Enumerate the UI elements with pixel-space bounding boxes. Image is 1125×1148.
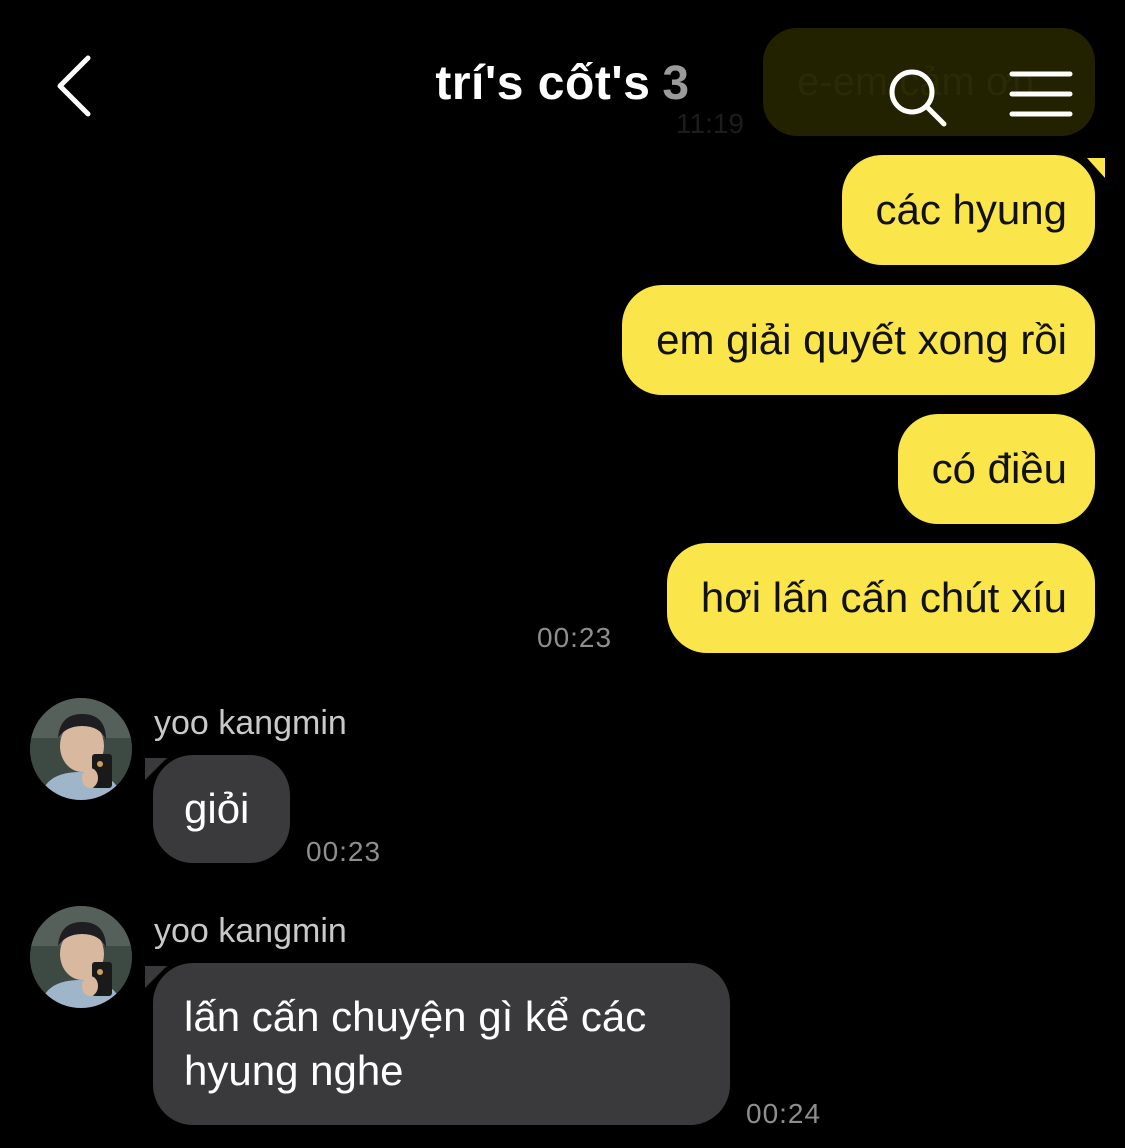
avatar-photo-icon <box>30 906 132 1008</box>
outgoing-message-text: hơi lấn cấn chút xíu <box>700 574 1067 621</box>
avatar[interactable] <box>30 906 132 1008</box>
avatar[interactable] <box>30 698 132 800</box>
outgoing-message-text: các hyung <box>875 186 1067 233</box>
sender-name: yoo kangmin <box>154 704 347 742</box>
incoming-message-text: lấn cấn chuyện gì kể các hyung nghe <box>184 993 647 1094</box>
outgoing-message-time: 00:23 <box>537 622 613 653</box>
outgoing-message-bubble[interactable]: các hyung <box>841 155 1095 265</box>
member-count: 3 <box>662 57 690 110</box>
incoming-message-bubble[interactable]: lấn cấn chuyện gì kể các hyung nghe <box>153 963 730 1125</box>
incoming-message-text: giỏi <box>184 785 250 832</box>
menu-icon[interactable] <box>1008 68 1074 124</box>
outgoing-message-text: em giải quyết xong rồi <box>656 316 1067 363</box>
outgoing-message-bubble[interactable]: em giải quyết xong rồi <box>622 285 1095 395</box>
incoming-message-time: 00:24 <box>746 1098 822 1129</box>
sender-name: yoo kangmin <box>154 912 347 950</box>
search-icon[interactable] <box>884 64 950 130</box>
chat-title-text: trí's cốt's <box>435 57 651 110</box>
avatar-photo-icon <box>30 698 132 800</box>
incoming-message-time: 00:23 <box>306 836 382 867</box>
outgoing-message-bubble[interactable]: có điều <box>897 414 1095 524</box>
chat-title: trí's cốt's 3 <box>0 56 1125 111</box>
incoming-message-bubble[interactable]: giỏi <box>153 755 290 863</box>
outgoing-message-text: có điều <box>931 445 1067 492</box>
outgoing-message-bubble[interactable]: hơi lấn cấn chút xíu <box>666 543 1095 653</box>
chat-header: trí's cốt's 3 <box>0 0 1125 150</box>
